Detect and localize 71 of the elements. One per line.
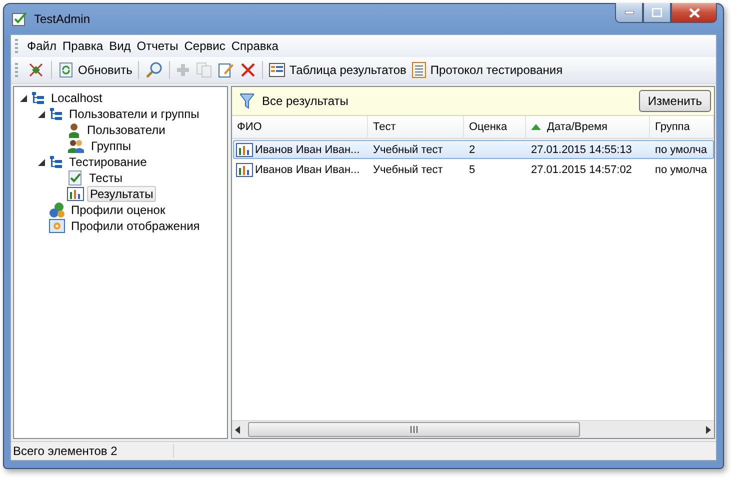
tree-structure-icon bbox=[49, 155, 63, 169]
edit-icon bbox=[218, 62, 234, 78]
table-cell-text: Учебный тест bbox=[372, 162, 444, 178]
status-text: Всего элементов 2 bbox=[11, 444, 174, 458]
toolbar-button[interactable]: Протокол тестирования bbox=[409, 61, 566, 79]
delete-icon bbox=[240, 62, 256, 78]
collapse-arrow-icon[interactable] bbox=[20, 94, 26, 102]
tree-item[interactable]: Тестирование bbox=[66, 154, 150, 170]
column-header[interactable]: Тест bbox=[368, 116, 464, 139]
menu-item[interactable]: Файл bbox=[24, 37, 60, 55]
column-header[interactable]: Оценка bbox=[464, 116, 526, 139]
toolbar-button[interactable]: Обновить bbox=[55, 61, 136, 79]
menu-item[interactable]: Сервис bbox=[181, 37, 228, 55]
table-cell-text: по умолча bbox=[654, 142, 708, 158]
table-cell-text: по умолча bbox=[654, 162, 708, 178]
column-header[interactable]: ФИО bbox=[232, 116, 368, 139]
bar-chart-icon bbox=[67, 187, 84, 201]
column-header[interactable]: Группа bbox=[650, 116, 714, 139]
document-icon bbox=[412, 62, 426, 78]
table-icon bbox=[269, 63, 286, 77]
user-icon bbox=[67, 122, 81, 138]
table-cell-text: Учебный тест bbox=[372, 142, 444, 158]
filter-icon bbox=[240, 93, 254, 109]
collapse-arrow-icon[interactable] bbox=[38, 158, 44, 166]
checked-document-icon bbox=[67, 170, 83, 186]
sort-ascending-icon bbox=[531, 124, 541, 130]
tree-item[interactable]: Localhost bbox=[48, 90, 106, 106]
scroll-thumb[interactable] bbox=[248, 422, 580, 437]
maximize-button[interactable] bbox=[643, 3, 671, 23]
app-icon bbox=[12, 11, 28, 27]
filter-label: Все результаты bbox=[262, 94, 350, 108]
table-cell-text: 27.01.2015 14:57:02 bbox=[530, 162, 633, 178]
maximize-icon bbox=[652, 8, 662, 17]
bar-chart-icon bbox=[236, 142, 253, 156]
search-icon bbox=[145, 61, 164, 79]
change-button[interactable]: Изменить bbox=[639, 90, 711, 112]
table-cell: Иванов Иван Иван... bbox=[255, 164, 360, 176]
minimize-button[interactable] bbox=[615, 3, 643, 23]
close-icon bbox=[688, 8, 700, 18]
bar-chart-icon bbox=[236, 162, 253, 176]
tree-item[interactable]: Пользователи bbox=[84, 122, 168, 138]
table-cell-text: 5 bbox=[468, 162, 476, 178]
table-cell: Иванов Иван Иван... bbox=[255, 144, 360, 156]
table-row[interactable]: Иванов Иван Иван... Учебный тест 5 27.01.2015 14:57:02 по умолча bbox=[233, 160, 714, 179]
grip-icon bbox=[410, 426, 418, 433]
tree-structure-icon bbox=[49, 107, 63, 121]
plus-icon bbox=[176, 63, 190, 77]
copy-icon bbox=[196, 62, 212, 78]
column-header[interactable]: Дата/Время bbox=[526, 116, 650, 139]
table-row[interactable]: Иванов Иван Иван... Учебный тест 2 27.01.2015 14:55:13 по умолча bbox=[233, 140, 714, 159]
menu-item[interactable]: Справка bbox=[228, 37, 282, 55]
collapse-arrow-icon[interactable] bbox=[38, 110, 44, 118]
minimize-icon bbox=[624, 11, 634, 14]
menu-item[interactable]: Правка bbox=[60, 37, 106, 55]
menu-item[interactable]: Отчеты bbox=[134, 37, 182, 55]
close-button[interactable] bbox=[671, 3, 717, 23]
tree-item[interactable]: Профили оценок bbox=[68, 202, 168, 218]
table-cell-text: 2 bbox=[468, 142, 476, 158]
tree-structure-icon bbox=[31, 91, 45, 105]
tree-item[interactable]: Результаты bbox=[87, 186, 156, 202]
users-icon bbox=[67, 138, 85, 154]
horizontal-scrollbar[interactable] bbox=[232, 420, 714, 438]
table-cell-text: 27.01.2015 14:55:13 bbox=[530, 142, 633, 158]
tree-item[interactable]: Профили отображения bbox=[68, 218, 203, 234]
window-title: TestAdmin bbox=[34, 12, 90, 26]
refresh-icon bbox=[58, 62, 74, 78]
tree-item[interactable]: Группы bbox=[88, 138, 134, 154]
menu-item[interactable]: Вид bbox=[106, 37, 134, 55]
toolbar-button[interactable]: Таблица результатов bbox=[266, 62, 410, 78]
tree-item[interactable]: Тесты bbox=[86, 170, 126, 186]
tree-item[interactable]: Пользователи и группы bbox=[66, 106, 202, 122]
